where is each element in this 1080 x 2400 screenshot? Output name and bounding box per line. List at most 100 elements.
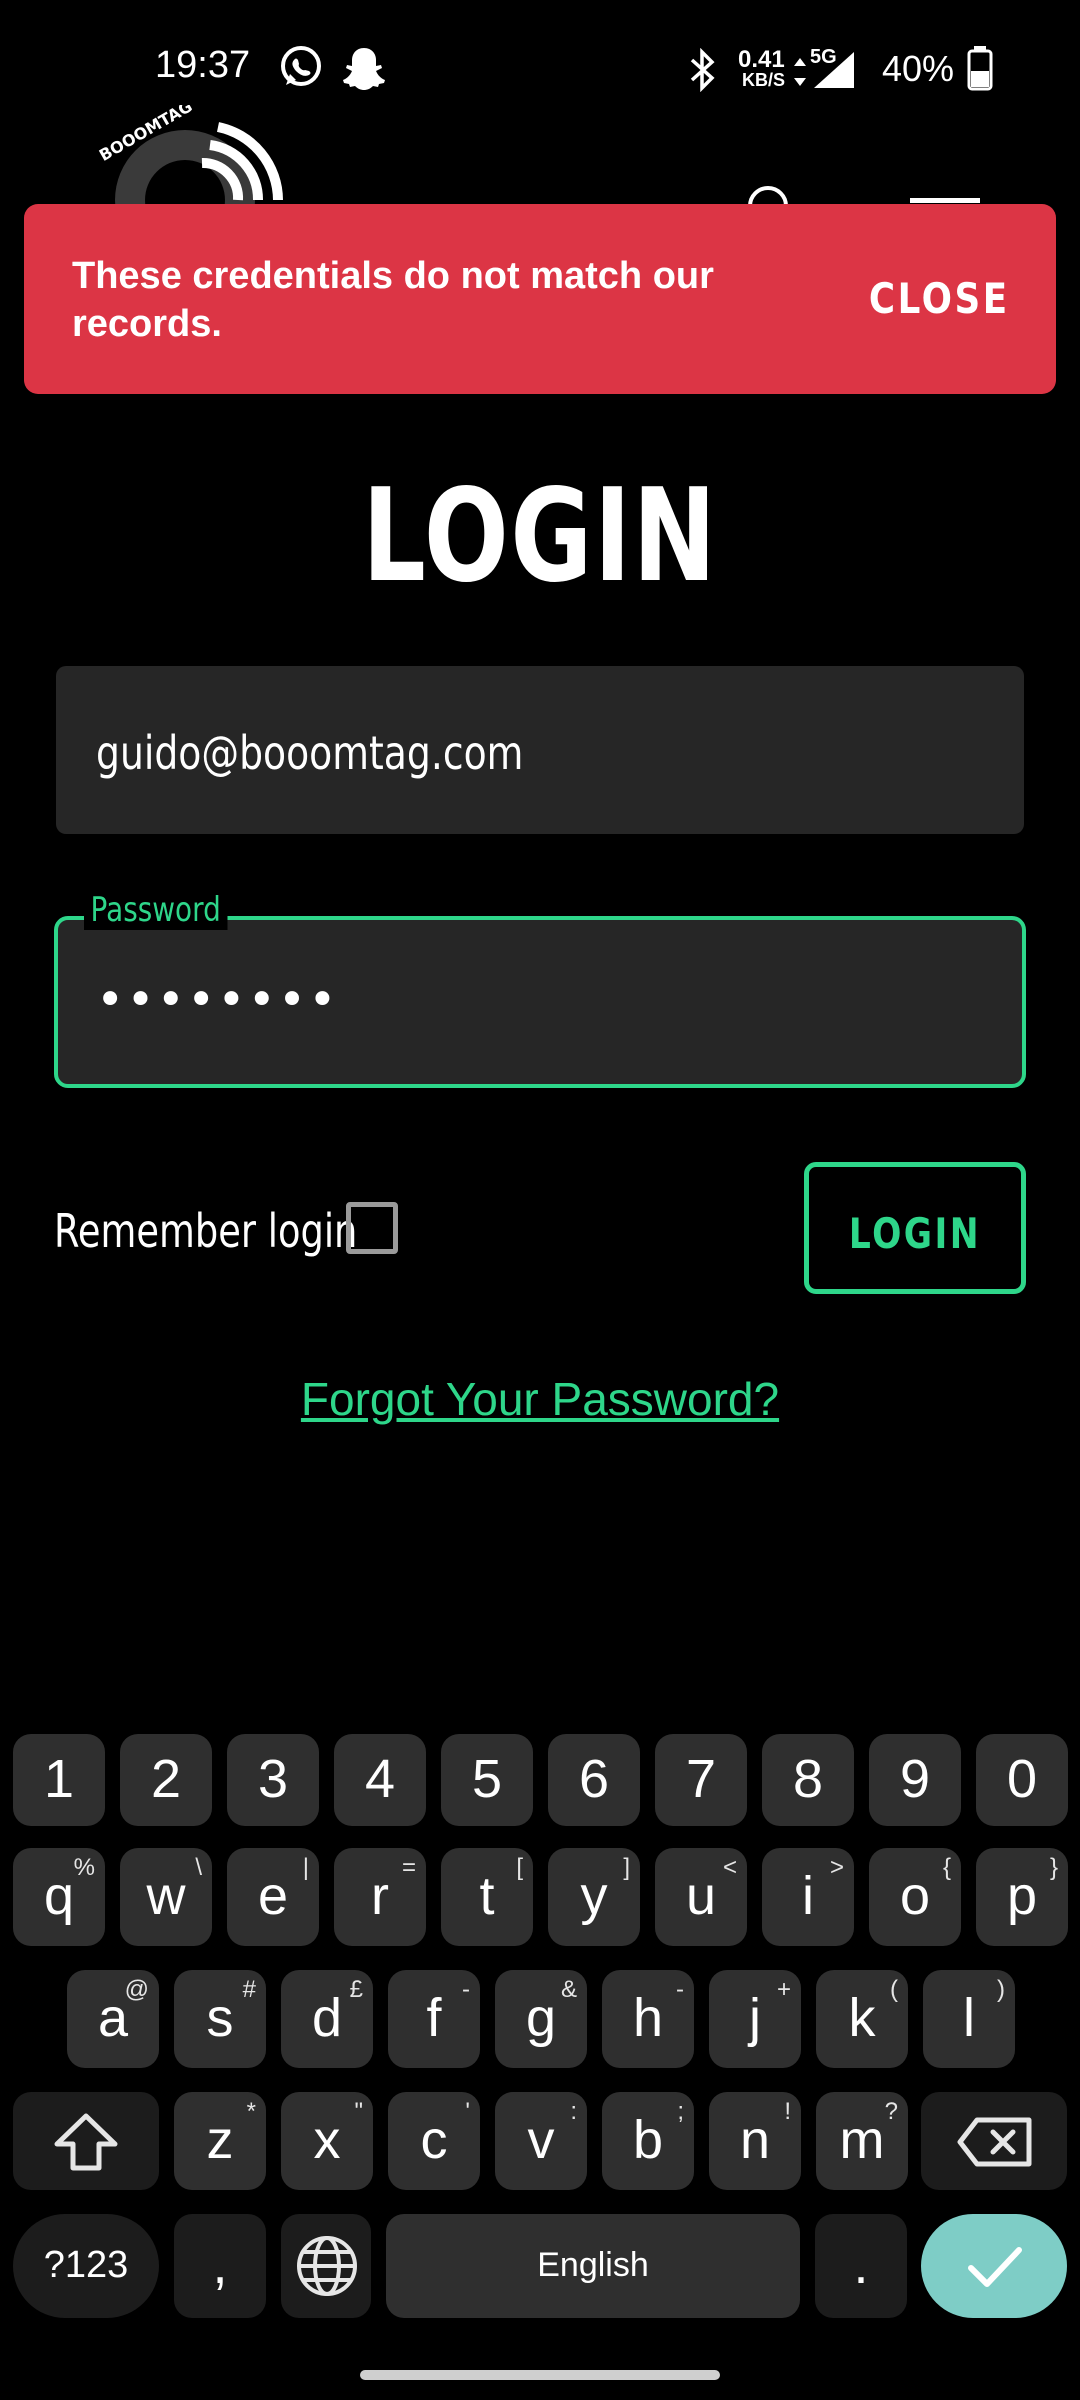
key-a[interactable]: a @ <box>67 1970 159 2068</box>
key-d-alt-label: £ <box>349 1976 363 2003</box>
key-s[interactable]: s # <box>174 1970 266 2068</box>
key-2[interactable]: 2 <box>120 1734 212 1826</box>
bluetooth-icon <box>690 48 715 92</box>
key-7-label: 7 <box>685 1749 717 1809</box>
key-i[interactable]: i > <box>762 1848 854 1946</box>
key-n-alt-label: ! <box>784 2098 791 2125</box>
key-5[interactable]: 5 <box>441 1734 533 1826</box>
password-label: Password <box>84 890 228 930</box>
login-button-label: LOGIN <box>848 1209 982 1258</box>
key-8[interactable]: 8 <box>762 1734 854 1826</box>
email-value: guido@booomtag.com <box>96 726 524 780</box>
page-title: LOGIN <box>362 462 718 611</box>
login-button[interactable]: LOGIN <box>804 1162 1026 1294</box>
key-l-alt-label: ) <box>997 1976 1005 2003</box>
symbols-key[interactable]: ?123 <box>13 2214 159 2318</box>
language-key[interactable] <box>281 2214 371 2318</box>
shift-key[interactable] <box>13 2092 159 2190</box>
key-o[interactable]: o{ <box>869 1848 961 1946</box>
key-g[interactable]: g & <box>495 1970 587 2068</box>
key-f-alt-label: - <box>462 1976 470 2003</box>
comma-key-label: , <box>212 2235 228 2295</box>
key-l[interactable]: l) <box>923 1970 1015 2068</box>
key-9-label: 9 <box>899 1749 931 1809</box>
password-field[interactable]: Password •••••••• <box>54 890 1026 1088</box>
password-value: •••••••• <box>96 972 339 1028</box>
backspace-key[interactable] <box>921 2092 1067 2190</box>
key-o-alt-label: { <box>942 1854 951 1881</box>
error-snackbar: These credentials do not match our recor… <box>24 204 1056 394</box>
key-k-alt-label: ( <box>890 1976 898 2003</box>
key-k[interactable]: k( <box>816 1970 908 2068</box>
space-key[interactable]: English <box>386 2214 800 2318</box>
key-m-alt-label: ? <box>884 2098 898 2125</box>
key-s-alt-label: # <box>242 1976 256 2003</box>
enter-key[interactable] <box>921 2214 1067 2318</box>
key-y-alt-label: ] <box>623 1854 630 1881</box>
key-p[interactable]: p} <box>976 1848 1068 1946</box>
key-2-label: 2 <box>150 1749 182 1809</box>
close-snackbar-button[interactable]: CLOSE <box>869 274 1010 323</box>
key-3-label: 3 <box>257 1749 289 1809</box>
key-w-alt-label: \ <box>195 1854 202 1881</box>
key-z-alt-label: * <box>246 2098 256 2125</box>
key-r[interactable]: r = <box>334 1848 426 1946</box>
signal-icon <box>814 52 854 88</box>
key-u[interactable]: u < <box>655 1848 747 1946</box>
remember-login-label[interactable]: Remember login <box>54 1204 357 1258</box>
key-8-label: 8 <box>792 1749 824 1809</box>
key-v[interactable]: v: <box>495 2092 587 2190</box>
key-4-label: 4 <box>364 1749 396 1809</box>
error-message: These credentials do not match our recor… <box>72 255 714 345</box>
key-g-alt-label: & <box>560 1976 577 2003</box>
space-key-label: English <box>537 2246 649 2284</box>
key-e[interactable]: e | <box>227 1848 319 1946</box>
period-key[interactable]: . <box>815 2214 907 2318</box>
key-j-alt-label: + <box>776 1976 791 2003</box>
key-4[interactable]: 4 <box>334 1734 426 1826</box>
key-c[interactable]: c ' <box>388 2092 480 2190</box>
status-time: 19:37 <box>155 44 251 86</box>
key-a-alt-label: @ <box>124 1976 149 2003</box>
key-9[interactable]: 9 <box>869 1734 961 1826</box>
key-d[interactable]: d £ <box>281 1970 373 2068</box>
key-x-alt-label: " <box>354 2098 363 2125</box>
key-t[interactable]: t[ <box>441 1848 533 1946</box>
key-x[interactable]: x " <box>281 2092 373 2190</box>
key-v-alt-label: : <box>570 2098 577 2125</box>
forgot-password-link[interactable]: Forgot Your Password? <box>0 1372 1080 1426</box>
remember-login-checkbox[interactable] <box>346 1202 398 1254</box>
key-z[interactable]: z * <box>174 2092 266 2190</box>
key-w[interactable]: w \ <box>120 1848 212 1946</box>
gesture-navigation-bar[interactable] <box>360 2370 720 2380</box>
key-3[interactable]: 3 <box>227 1734 319 1826</box>
soft-keyboard: 1 2 3 4 5 6 7 8 9 0 q% w \ e | r = t[y] u < i > o{p} a @ s # d £ f - g &… <box>0 1718 1080 2400</box>
key-b[interactable]: b; <box>602 2092 694 2190</box>
key-f[interactable]: f- <box>388 1970 480 2068</box>
data-transfer-icon <box>794 58 806 86</box>
key-j[interactable]: j + <box>709 1970 801 2068</box>
email-field[interactable]: guido@booomtag.com <box>56 666 1024 834</box>
key-n[interactable]: n! <box>709 2092 801 2190</box>
period-key-label: . <box>853 2235 869 2295</box>
battery-icon <box>967 46 993 91</box>
key-t-alt-label: [ <box>516 1854 523 1881</box>
comma-key[interactable]: , <box>174 2214 266 2318</box>
key-6[interactable]: 6 <box>548 1734 640 1826</box>
key-7[interactable]: 7 <box>655 1734 747 1826</box>
key-y[interactable]: y] <box>548 1848 640 1946</box>
key-p-alt-label: } <box>1049 1854 1058 1881</box>
check-icon <box>968 2247 1022 2287</box>
key-b-alt-label: ; <box>677 2098 684 2125</box>
key-0[interactable]: 0 <box>976 1734 1068 1826</box>
shift-icon <box>54 2113 118 2171</box>
key-q[interactable]: q% <box>13 1848 105 1946</box>
key-m[interactable]: m? <box>816 2092 908 2190</box>
key-1-label: 1 <box>43 1749 75 1809</box>
key-1[interactable]: 1 <box>13 1734 105 1826</box>
key-h[interactable]: h- <box>602 1970 694 2068</box>
key-r-alt-label: = <box>401 1854 416 1881</box>
key-i-alt-label: > <box>829 1854 844 1881</box>
key-e-alt-label: | <box>302 1854 309 1881</box>
key-u-alt-label: < <box>722 1854 737 1881</box>
